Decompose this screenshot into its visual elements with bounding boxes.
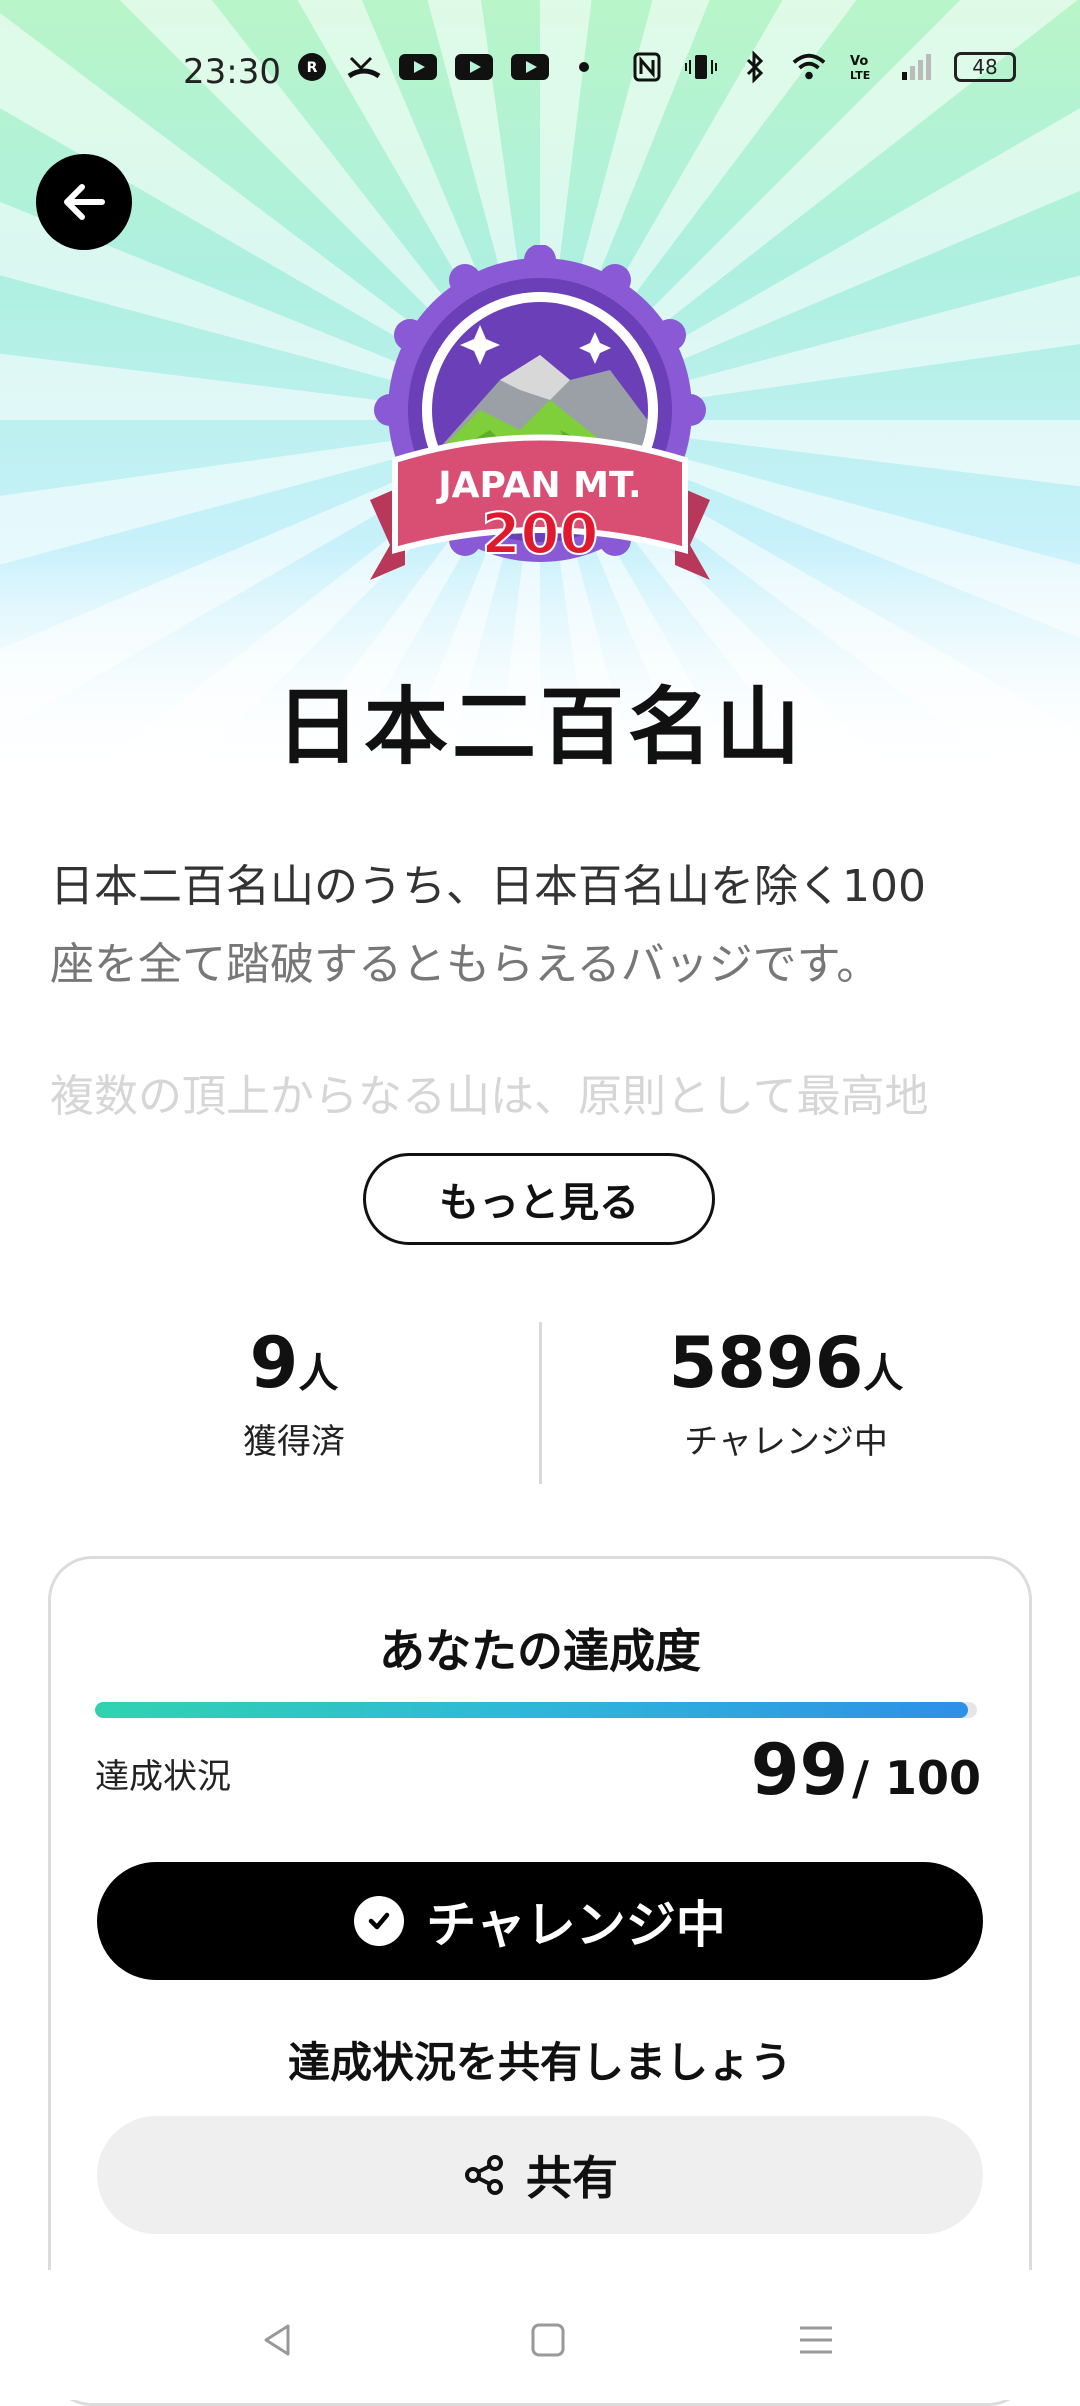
- rakuten-link-icon: R: [295, 50, 329, 84]
- badge-text-line1: JAPAN MT.: [435, 465, 641, 506]
- menu-icon: [800, 2326, 832, 2354]
- system-nav-bar: [0, 2270, 1080, 2400]
- stat-acquired-label: 獲得済: [243, 1422, 345, 1462]
- signal-icon: [900, 50, 934, 84]
- stat-acquired: 9人 獲得済: [94, 1318, 494, 1463]
- progress-value: 99 / 100: [751, 1729, 981, 1811]
- share-prompt: 達成状況を共有しましょう: [287, 2038, 792, 2087]
- nav-back-button[interactable]: [248, 2310, 308, 2370]
- wifi-icon: [792, 50, 826, 84]
- challenge-button[interactable]: チャレンジ中: [97, 1862, 983, 1980]
- svg-text:LTE: LTE: [850, 69, 870, 82]
- stat-challenging-unit: 人: [863, 1351, 904, 1397]
- check-circle-icon: [354, 1896, 405, 1946]
- svg-text:R: R: [307, 60, 318, 76]
- progress-current: 99: [750, 1729, 849, 1811]
- notification-icons: R: [295, 50, 601, 84]
- share-icon: [462, 2153, 506, 2197]
- status-bar: 23:30 R Vo LTE 48: [0, 0, 1080, 140]
- badge-text-line2: 200: [482, 502, 599, 567]
- description-faded-line: 複数の頂上からなる山は、原則として最高地: [50, 1071, 929, 1122]
- description: 日本二百名山のうち、日本百名山を除く100 座を全て踏破するともらえるバッジです…: [50, 848, 1030, 1004]
- badge-image: JAPAN MT. 200: [350, 244, 730, 615]
- back-button[interactable]: [36, 154, 132, 250]
- challenge-button-label: チャレンジ中: [426, 1896, 726, 1954]
- square-home-icon: [531, 2323, 565, 2357]
- progress-bar-fill: [95, 1702, 969, 1718]
- battery-icon: 48: [954, 52, 1016, 82]
- stat-acquired-count: 9: [249, 1322, 299, 1404]
- arrow-left-icon: [64, 184, 105, 220]
- progress-card-title: あなたの達成度: [379, 1624, 701, 1678]
- share-button-label: 共有: [526, 2151, 618, 2205]
- volte-icon: Vo LTE: [846, 50, 880, 84]
- svg-text:Vo: Vo: [850, 54, 868, 69]
- triangle-back-icon: [264, 2324, 290, 2356]
- youtube-icon: [399, 54, 437, 80]
- nav-menu-button[interactable]: [786, 2310, 846, 2370]
- stats-divider: [539, 1322, 542, 1484]
- description-line: 座を全て踏破するともらえるバッジです。: [50, 939, 881, 990]
- progress-bar: [95, 1702, 977, 1718]
- progress-status-label: 達成状況: [95, 1757, 231, 1797]
- youtube-icon: [511, 54, 549, 80]
- nfc-icon: [630, 50, 664, 84]
- more-button[interactable]: もっと見る: [363, 1153, 715, 1245]
- stat-acquired-unit: 人: [298, 1351, 339, 1397]
- share-button[interactable]: 共有: [97, 2116, 983, 2234]
- description-line: 日本二百名山のうち、日本百名山を除く100: [50, 861, 926, 912]
- dot-icon: [567, 50, 601, 84]
- stat-challenging-count: 5896: [668, 1322, 864, 1404]
- status-time: 23:30: [183, 52, 281, 92]
- stat-challenging: 5896人 チャレンジ中: [586, 1318, 986, 1463]
- vibrate-icon: [684, 50, 718, 84]
- bluetooth-icon: [738, 50, 772, 84]
- page-title: 日本二百名山: [275, 678, 804, 776]
- stat-challenging-label: チャレンジ中: [684, 1422, 888, 1462]
- nav-home-button[interactable]: [518, 2310, 578, 2370]
- youtube-icon: [455, 54, 493, 80]
- system-icons: Vo LTE 48: [630, 50, 1016, 84]
- missed-call-icon: [347, 50, 381, 84]
- progress-total: / 100: [852, 1751, 981, 1805]
